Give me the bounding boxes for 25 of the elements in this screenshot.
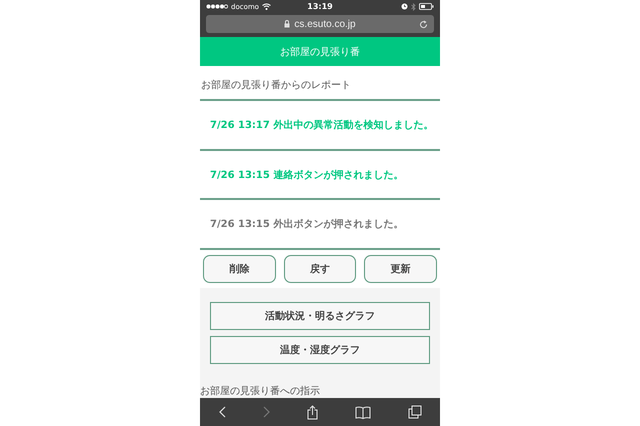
battery-icon: [419, 3, 434, 10]
lock-icon: [284, 20, 290, 28]
report-entry: 7/26 13:15 連絡ボタンが押されました。: [210, 168, 404, 182]
page-title: お部屋の見張り番: [280, 46, 360, 58]
graph-button[interactable]: 活動状況・明るさグラフ: [210, 302, 430, 330]
action-button[interactable]: 戻す: [284, 255, 356, 284]
action-button[interactable]: 削除: [203, 255, 276, 284]
address-field[interactable]: cs.esuto.co.jp: [206, 15, 434, 33]
clock-time: 13:19: [307, 2, 333, 11]
back-icon[interactable]: [218, 406, 226, 418]
url-text: cs.esuto.co.jp: [294, 18, 356, 30]
section-title: お部屋の見張り番からのレポート: [200, 68, 440, 101]
tabs-icon[interactable]: [408, 405, 422, 419]
wifi-icon: [262, 3, 271, 10]
share-icon[interactable]: [306, 404, 318, 420]
section-title: お部屋の見張り番への指示: [200, 380, 440, 398]
signal-icon: [206, 4, 228, 9]
bluetooth-icon: [411, 2, 416, 10]
book-icon[interactable]: [354, 406, 370, 418]
graph-button[interactable]: 温度・湿度グラフ: [210, 336, 430, 364]
action-button[interactable]: 更新: [364, 255, 438, 284]
report-entry: 7/26 13:17 外出中の異常活動を検知しました。: [210, 118, 434, 132]
alarm-icon: [401, 3, 408, 10]
report-entry: 7/26 13:15 外出ボタンが押されました。: [210, 218, 404, 232]
reload-icon: [419, 20, 428, 28]
